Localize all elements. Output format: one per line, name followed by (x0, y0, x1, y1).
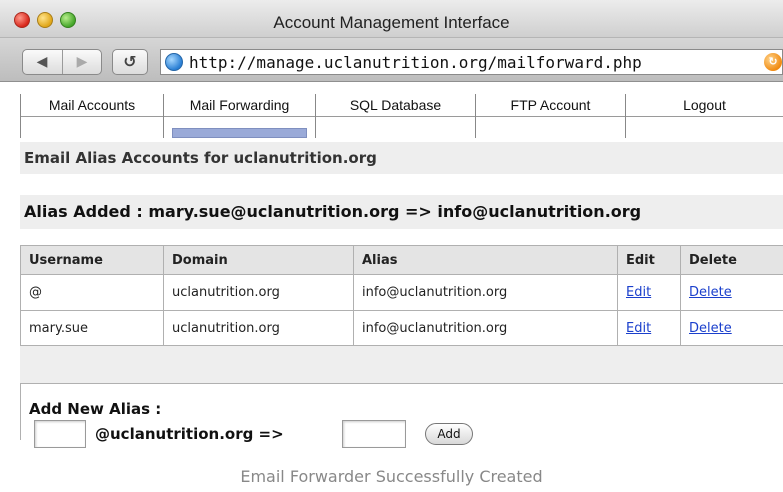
cell-username: mary.sue (20, 311, 163, 345)
globe-icon (165, 53, 183, 71)
nav-divider-line (476, 116, 625, 117)
delete-cell: Delete (680, 275, 783, 310)
add-alias-title: Add New Alias : (29, 400, 162, 418)
table-footer-row (20, 346, 783, 384)
nav-divider-line (21, 116, 163, 117)
nav-label: Mail Forwarding (189, 97, 290, 113)
header-domain: Domain (163, 246, 353, 274)
delete-link[interactable]: Delete (689, 321, 732, 336)
cell-username: @ (20, 275, 163, 310)
status-text: Alias Added : mary.sue@uclanutrition.org… (24, 202, 642, 221)
url-text[interactable]: http://manage.uclanutrition.org/mailforw… (189, 53, 642, 72)
header-edit: Edit (617, 246, 680, 274)
nav-mail-forwarding[interactable]: Mail Forwarding (163, 94, 315, 138)
history-nav-group: ◀ ▶ (22, 49, 102, 75)
cell-domain: uclanutrition.org (163, 311, 353, 345)
section-header: Email Alias Accounts for uclanutrition.o… (20, 142, 783, 174)
nav-divider-line (626, 116, 783, 117)
nav-label: Logout (683, 97, 726, 113)
add-button[interactable]: Add (425, 423, 473, 445)
nav-label: FTP Account (510, 97, 591, 113)
edit-cell: Edit (617, 275, 680, 310)
browser-toolbar: ◀ ▶ ↺ http://manage.uclanutrition.org/ma… (0, 38, 783, 82)
go-icon[interactable]: ↻ (764, 53, 782, 71)
header-delete: Delete (680, 246, 783, 274)
reload-icon: ↺ (123, 52, 137, 71)
domain-label: @uclanutrition.org => (95, 425, 284, 443)
header-username: Username (20, 246, 163, 274)
window-title: Account Management Interface (273, 13, 510, 32)
section-title: Email Alias Accounts for uclanutrition.o… (24, 149, 377, 167)
nav-mail-accounts[interactable]: Mail Accounts (20, 94, 163, 138)
back-button[interactable]: ◀ (23, 54, 61, 70)
edit-link[interactable]: Edit (626, 285, 651, 300)
reload-button[interactable]: ↺ (112, 49, 148, 75)
nav-ftp-account[interactable]: FTP Account (475, 94, 625, 138)
edit-cell: Edit (617, 311, 680, 345)
forward-button[interactable]: ▶ (63, 54, 101, 70)
back-arrow-icon: ◀ (36, 54, 48, 70)
cell-domain: uclanutrition.org (163, 275, 353, 310)
address-bar[interactable]: http://manage.uclanutrition.org/mailforw… (160, 49, 783, 75)
forward-arrow-icon: ▶ (76, 54, 88, 70)
delete-link[interactable]: Delete (689, 285, 732, 300)
edit-link[interactable]: Edit (626, 321, 651, 336)
add-alias-form: Add New Alias : @uclanutrition.org => Ad… (20, 384, 783, 448)
header-alias: Alias (353, 246, 617, 274)
nav-logout[interactable]: Logout (625, 94, 783, 138)
alias-username-input[interactable] (34, 420, 86, 448)
active-tab-indicator (172, 128, 307, 138)
nav-divider-line (164, 116, 315, 117)
alias-target-input[interactable] (342, 420, 406, 448)
nav-sql-database[interactable]: SQL Database (315, 94, 475, 138)
window-titlebar: Account Management Interface (0, 0, 783, 38)
table-row: mary.sue uclanutrition.org info@uclanutr… (20, 311, 783, 346)
main-nav: Mail Accounts Mail Forwarding SQL Databa… (20, 94, 783, 138)
nav-label: Mail Accounts (48, 97, 136, 113)
nav-divider-line (316, 116, 475, 117)
nav-label: SQL Database (349, 97, 442, 113)
cell-alias: info@uclanutrition.org (353, 311, 617, 345)
cell-alias: info@uclanutrition.org (353, 275, 617, 310)
status-message: Alias Added : mary.sue@uclanutrition.org… (20, 195, 783, 229)
caption: Email Forwarder Successfully Created (240, 467, 543, 486)
table-row: @ uclanutrition.org info@uclanutrition.o… (20, 275, 783, 311)
table-header-row: Username Domain Alias Edit Delete (20, 245, 783, 275)
delete-cell: Delete (680, 311, 783, 345)
